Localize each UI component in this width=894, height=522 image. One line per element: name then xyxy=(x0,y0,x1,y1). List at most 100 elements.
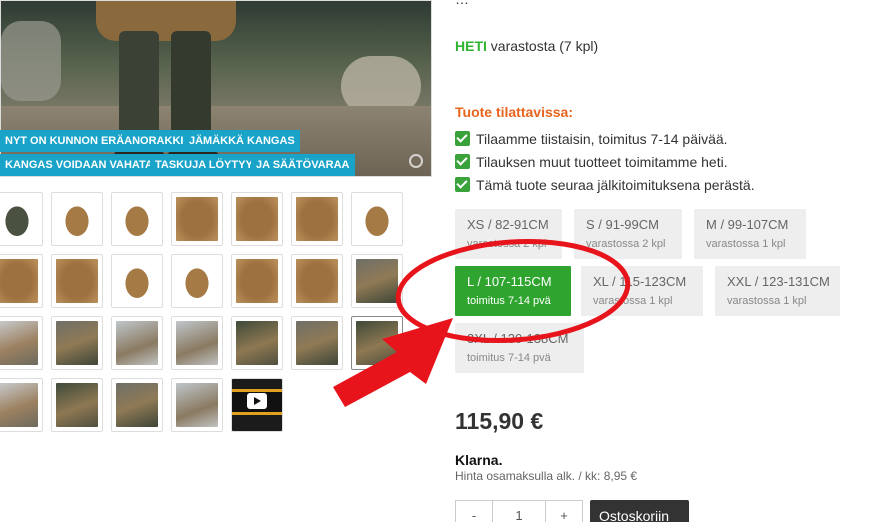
thumbnail[interactable] xyxy=(51,192,103,246)
product-price: 115,90 € xyxy=(455,408,544,434)
thumbnail-image xyxy=(0,321,38,365)
size-availability: varastossa 1 kpl xyxy=(706,238,786,250)
stock-now-label: HETI xyxy=(455,38,487,54)
size-availability: toimitus 7-14 pvä xyxy=(467,295,551,307)
thumbnail[interactable] xyxy=(231,192,283,246)
size-availability: varastossa 1 kpl xyxy=(727,295,807,307)
thumbnail[interactable] xyxy=(171,316,223,370)
thumbnail-image xyxy=(356,259,398,303)
thumbnail-image xyxy=(236,197,278,241)
klarna-installment-text: Hinta osamaksulla alk. / kk: 8,95 € xyxy=(455,469,638,483)
thumbnail-image xyxy=(116,259,158,303)
truncated-description: … xyxy=(455,0,469,7)
thumbnail-image xyxy=(296,197,338,241)
feature-tag: NYT ON KUNNON ERÄANORAKKI! xyxy=(0,130,193,152)
thumbnail[interactable] xyxy=(231,316,283,370)
order-info-text: Tilaamme tiistaisin, toimitus 7-14 päivä… xyxy=(476,130,728,147)
thumbnail-image xyxy=(116,321,158,365)
feature-tag: JA SÄÄTÖVARAA xyxy=(251,154,355,176)
size-option-l-selected[interactable]: L / 107-115CM toimitus 7-14 pvä xyxy=(455,266,571,316)
order-info-list: Tilaamme tiistaisin, toimitus 7-14 päivä… xyxy=(455,127,755,196)
feature-tag: JÄMÄKKÄ KANGAS xyxy=(184,130,300,152)
thumbnail[interactable] xyxy=(351,192,403,246)
thumbnail[interactable] xyxy=(0,378,43,432)
order-info-item: Tilauksen muut tuotteet toimitamme heti. xyxy=(455,150,755,173)
size-option-xs[interactable]: XS / 82-91CM varastossa 2 kpl xyxy=(455,209,562,259)
thumbnail[interactable] xyxy=(171,254,223,308)
quantity-input[interactable]: 1 xyxy=(493,500,545,522)
order-notice-title: Tuote tilattavissa: xyxy=(455,104,573,120)
size-option-s[interactable]: S / 91-99CM varastossa 2 kpl xyxy=(574,209,682,259)
quantity-decrease-button[interactable]: - xyxy=(455,500,493,522)
thumbnail-image xyxy=(176,321,218,365)
thumbnail-image xyxy=(56,383,98,427)
size-option-xl[interactable]: XL / 115-123CM varastossa 1 kpl xyxy=(581,266,703,316)
thumbnail-image xyxy=(296,321,338,365)
add-to-cart-button[interactable]: Ostoskoriin xyxy=(590,500,689,522)
thumbnail[interactable] xyxy=(0,254,43,308)
thumbnail-image xyxy=(236,259,278,303)
thumbnail[interactable] xyxy=(0,316,43,370)
size-availability: varastossa 2 kpl xyxy=(586,238,666,250)
thumbnail-image xyxy=(0,383,38,427)
size-label: M / 99-107CM xyxy=(706,217,789,232)
thumbnail-image xyxy=(176,259,218,303)
check-icon xyxy=(455,131,470,146)
thumbnail-image xyxy=(116,197,158,241)
thumbnail-image xyxy=(116,383,158,427)
check-icon xyxy=(455,177,470,192)
thumbnail[interactable] xyxy=(351,254,403,308)
size-option-xxl[interactable]: XXL / 123-131CM varastossa 1 kpl xyxy=(715,266,840,316)
thumbnail[interactable] xyxy=(51,254,103,308)
thumbnail-image xyxy=(176,197,218,241)
size-label: XXL / 123-131CM xyxy=(727,274,830,289)
zoom-icon[interactable] xyxy=(409,154,423,168)
thumbnail[interactable] xyxy=(291,316,343,370)
thumbnail[interactable] xyxy=(51,378,103,432)
thumbnail[interactable] xyxy=(171,378,223,432)
klarna-logo: Klarna. xyxy=(455,452,503,468)
thumbnail-image xyxy=(0,197,38,241)
background-rock xyxy=(1,21,61,101)
thumbnail-image xyxy=(0,259,38,303)
size-option-m[interactable]: M / 99-107CM varastossa 1 kpl xyxy=(694,209,806,259)
thumbnail[interactable] xyxy=(51,316,103,370)
order-info-text: Tilauksen muut tuotteet toimitamme heti. xyxy=(476,153,728,170)
thumbnail[interactable] xyxy=(111,254,163,308)
size-availability: varastossa 2 kpl xyxy=(467,238,547,250)
thumbnail-image xyxy=(236,321,278,365)
feature-tag: KANGAS VOIDAAN VAHATA xyxy=(0,154,158,176)
size-availability: toimitus 7-14 pvä xyxy=(467,352,551,364)
thumbnail[interactable] xyxy=(291,192,343,246)
thumbnail-image xyxy=(296,259,338,303)
order-info-item: Tilaamme tiistaisin, toimitus 7-14 päivä… xyxy=(455,127,755,150)
thumbnail[interactable] xyxy=(291,254,343,308)
quantity-increase-button[interactable]: + xyxy=(545,500,583,522)
thumbnail-image xyxy=(56,197,98,241)
size-label: XL / 115-123CM xyxy=(593,274,687,289)
size-availability: varastossa 1 kpl xyxy=(593,295,673,307)
thumbnail-image xyxy=(56,259,98,303)
size-label: XS / 82-91CM xyxy=(467,217,549,232)
thumbnail[interactable] xyxy=(111,378,163,432)
thumbnail[interactable] xyxy=(171,192,223,246)
thumbnail[interactable] xyxy=(231,254,283,308)
stock-quantity: varastosta (7 kpl) xyxy=(486,38,599,54)
thumbnail[interactable] xyxy=(111,192,163,246)
size-label: S / 91-99CM xyxy=(586,217,659,232)
thumbnail-image xyxy=(356,197,398,241)
product-details: … HETI varastosta (7 kpl) Tuote tilattav… xyxy=(455,0,894,522)
size-option-3xl[interactable]: 3XL / 130-138CM toimitus 7-14 pvä xyxy=(455,323,584,373)
thumbnail-active[interactable] xyxy=(351,316,403,370)
thumbnail-image xyxy=(56,321,98,365)
thumbnail-image xyxy=(356,321,398,365)
thumbnail[interactable] xyxy=(0,192,43,246)
stock-status: HETI varastosta (7 kpl) xyxy=(455,38,598,54)
feature-tag: TASKUJA LÖYTYY xyxy=(150,154,258,176)
video-thumbnail[interactable] xyxy=(231,378,283,432)
thumbnail[interactable] xyxy=(111,316,163,370)
check-icon xyxy=(455,154,470,169)
jacket-hem xyxy=(96,1,236,41)
order-info-item: Tämä tuote seuraa jälkitoimituksena perä… xyxy=(455,173,755,196)
play-icon xyxy=(247,393,267,409)
